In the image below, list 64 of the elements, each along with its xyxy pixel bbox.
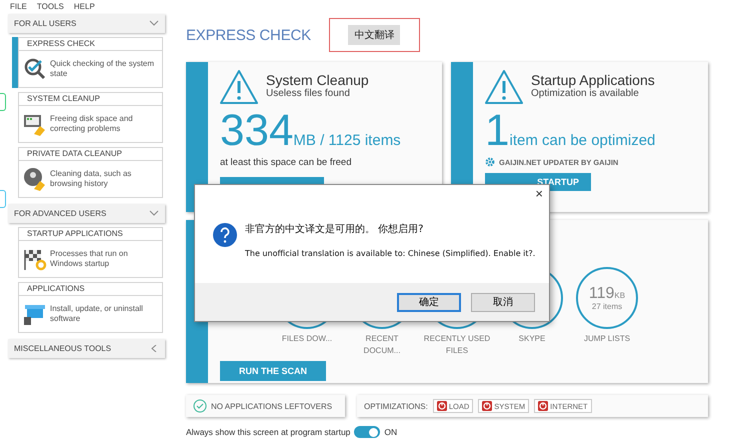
frame-icon <box>0 93 6 111</box>
item-description: Freeing disk space and correcting problems <box>50 114 134 134</box>
leftovers-text: NO APPLICATIONS LEFTOVERS <box>211 402 332 410</box>
size-value: 119 <box>588 284 614 302</box>
card-title: System Cleanup <box>266 72 369 88</box>
gear-icon <box>485 157 495 167</box>
warning-icon <box>485 69 523 105</box>
menu-item[interactable]: TOOLS <box>36 2 64 10</box>
frame-icon <box>0 190 6 208</box>
dialog-message: The unofficial translation is available to: Chinese (Simplified). Enable it?. <box>245 249 536 258</box>
item-title: SYSTEM CLEANUP <box>19 93 162 106</box>
big-number: 334 <box>220 111 294 151</box>
item-description: Processes that run on Windows startup <box>50 249 129 269</box>
dialog-button[interactable]: 确定 <box>397 292 461 312</box>
scan-label: JUMP LISTS <box>584 333 630 345</box>
scan-label: SKYPE <box>518 333 546 345</box>
size-unit: KB <box>614 290 626 300</box>
magnifier-check-icon <box>23 57 47 81</box>
translate-button[interactable]: 中文翻译 <box>348 25 400 45</box>
dialog-question: 非官方的中文译文是可用的。 你想启用? <box>245 222 424 236</box>
section-header[interactable]: MISCELLANEOUS TOOLS <box>8 339 165 358</box>
check-icon <box>193 399 207 413</box>
card-subtitle: Optimization is available <box>531 88 640 99</box>
item-description: Quick checking of the system state <box>50 59 156 79</box>
toggle-state: ON <box>384 427 398 437</box>
unit-text: item can be optimized <box>509 132 656 149</box>
question-icon <box>213 223 237 247</box>
chevron-icon <box>149 345 159 352</box>
unit-text: MB / 1125 items <box>293 132 401 149</box>
big-number: 1 <box>485 111 510 151</box>
scan-label: FILES DOW... <box>282 333 332 345</box>
toggle-switch[interactable] <box>354 426 380 438</box>
chevron-icon <box>149 20 159 27</box>
section-header[interactable]: FOR ADVANCED USERS <box>8 204 165 223</box>
item-description: Cleaning data, such as browsing history <box>50 169 132 189</box>
toggle-label: Always show this screen at program startup <box>186 427 350 437</box>
sidebar-item[interactable]: PRIVATE DATA CLEANUP Cleaning data, such as browsing history <box>18 147 163 198</box>
chevron-icon <box>149 210 159 217</box>
page-title: EXPRESS CHECK <box>186 26 311 44</box>
item-title: STARTUP APPLICATIONS <box>19 228 162 241</box>
sidebar-item[interactable]: APPLICATIONS Install, update, or uninstall software <box>18 282 163 333</box>
dialog-button[interactable]: 取消 <box>471 292 535 312</box>
card-title: Startup Applications <box>531 72 655 88</box>
sidebar-item[interactable]: EXPRESS CHECK Quick checking of the system state <box>18 37 163 88</box>
scan-label: RECENTLY USED FILES <box>422 333 492 357</box>
power-icon <box>436 401 447 411</box>
item-title: APPLICATIONS <box>19 283 162 296</box>
sidebar-item[interactable]: SYSTEM CLEANUP Freeing disk space and correcting problems <box>18 92 163 143</box>
flag-gear-icon <box>23 247 47 271</box>
item-title: EXPRESS CHECK <box>19 38 162 51</box>
power-icon <box>538 401 548 411</box>
card-subtitle: Useless files found <box>266 88 351 99</box>
item-title: PRIVATE DATA CLEANUP <box>19 148 162 161</box>
scan-label: RECENT DOCUM... <box>362 333 402 357</box>
item-description: Install, update, or uninstall software <box>50 304 144 324</box>
sidebar-item[interactable]: STARTUP APPLICATIONS Processes that run on Windows startup <box>18 227 163 278</box>
optimizations-label: OPTIMIZATIONS: <box>364 402 428 410</box>
section-header[interactable]: FOR ALL USERS <box>8 14 165 33</box>
power-icon <box>482 401 492 411</box>
menu-item[interactable]: FILE <box>10 2 27 10</box>
card-note: at least this space can be freed <box>220 157 352 168</box>
item-count: 27 items <box>592 302 622 310</box>
warning-icon <box>220 69 258 105</box>
menu-item[interactable]: HELP <box>74 2 95 10</box>
